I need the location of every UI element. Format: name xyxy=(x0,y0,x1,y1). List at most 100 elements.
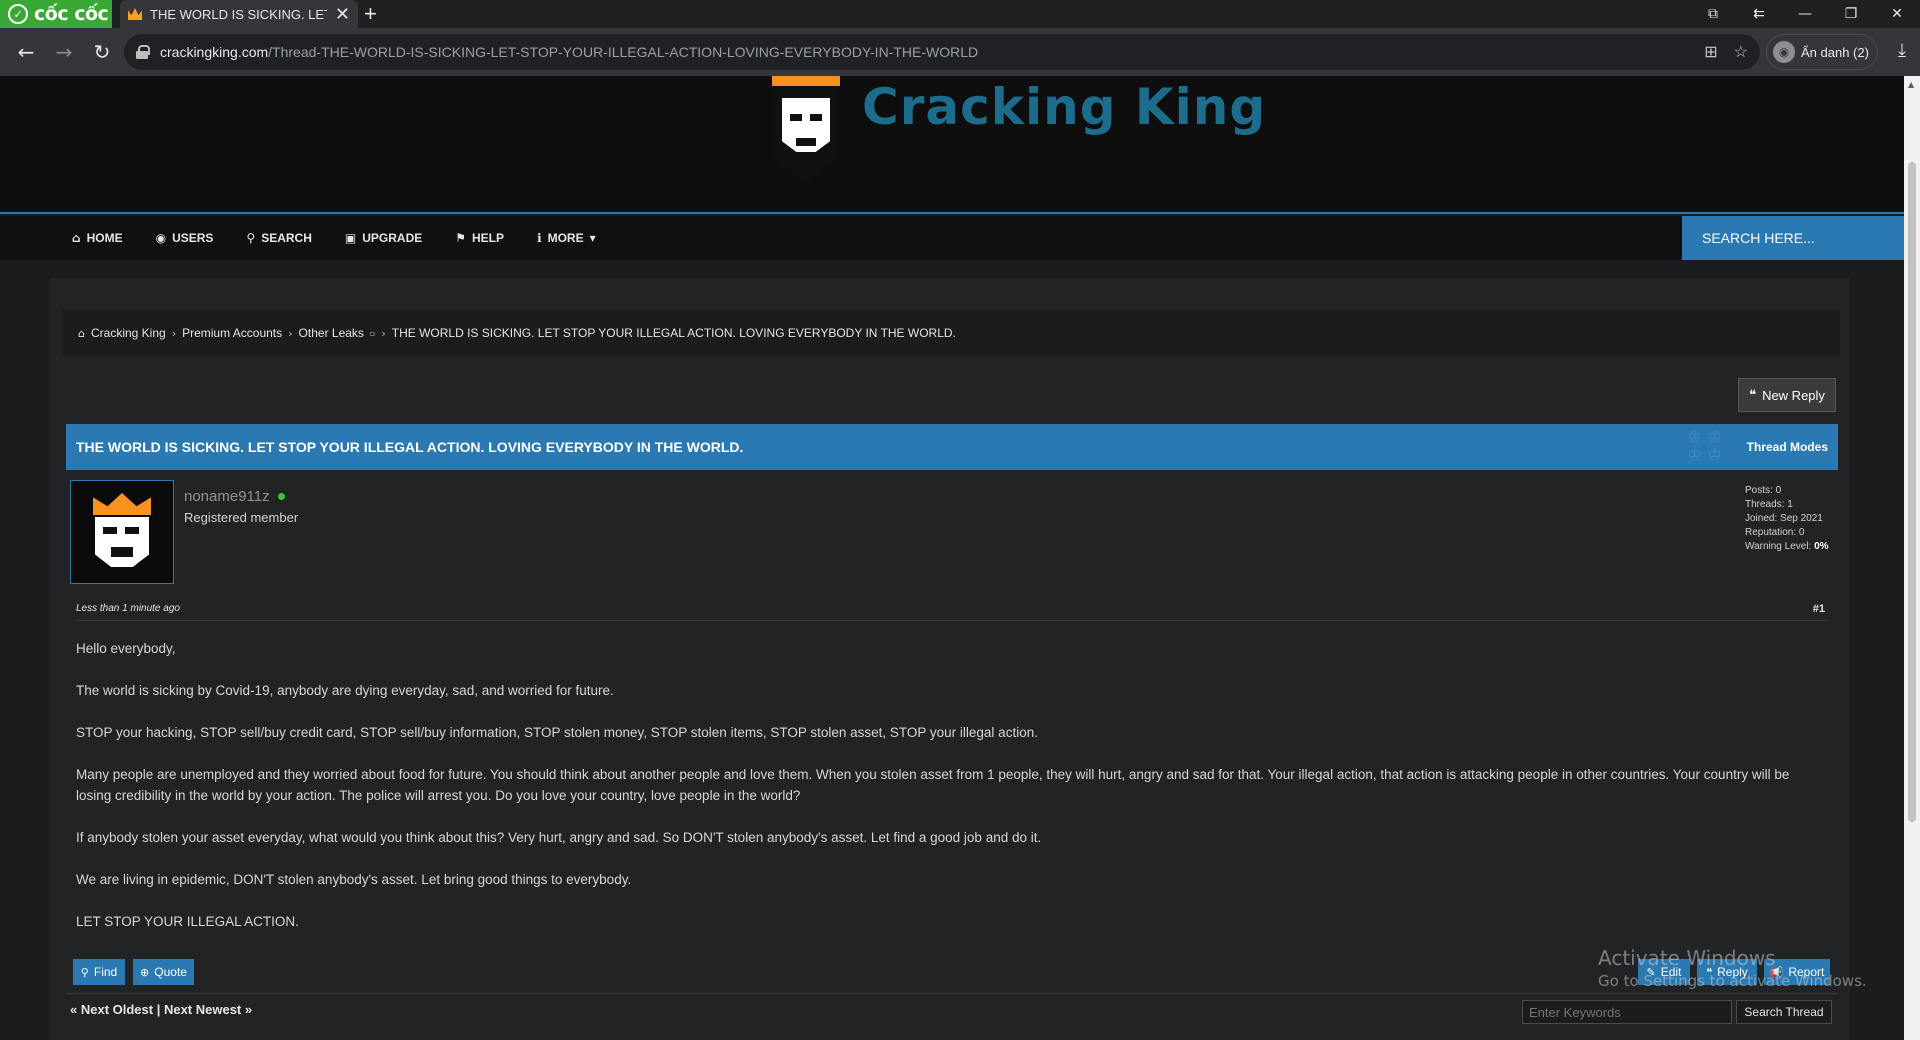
main-nav: ⌂ HOME ◉ USERS ⚲ SEARCH ▣ UPGRADE ⚑ HELP… xyxy=(0,216,1904,260)
plus-circle-icon: ⊕ xyxy=(140,965,150,979)
url-path: /Thread-THE-WORLD-IS-SICKING-LET-STOP-YO… xyxy=(268,44,979,60)
nav-home-label: HOME xyxy=(86,231,123,245)
tab-search-icon[interactable]: ⇇ xyxy=(1736,0,1782,28)
download-icon[interactable]: ⤓ xyxy=(1898,40,1906,61)
nav-users[interactable]: ◉ USERS xyxy=(156,231,214,245)
warning-value[interactable]: 0% xyxy=(1814,541,1828,552)
logo-king-icon xyxy=(774,86,838,184)
chevron-right-icon: › xyxy=(171,326,177,340)
activate-windows-watermark: Activate Windows xyxy=(1598,946,1776,970)
browser-brand-button[interactable]: ✓ cốc cốc xyxy=(0,0,112,28)
stat-posts: Posts: 0 xyxy=(1745,485,1782,496)
crown-pattern-icon: ♔♔ ♔♔ xyxy=(1687,427,1728,464)
browser-tab-strip: ✓ cốc cốc THE WORLD IS SICKING. LET ✕ + … xyxy=(0,0,1920,28)
new-tab-button[interactable]: + xyxy=(364,0,377,28)
search-icon: ⚲ xyxy=(80,965,89,979)
profile-label: Ẩn danh (2) xyxy=(1801,44,1869,60)
quote-button[interactable]: ⊕ Quote xyxy=(133,959,194,985)
nav-users-label: USERS xyxy=(172,231,214,245)
scroll-up-icon[interactable]: ▲ xyxy=(1908,80,1914,89)
header-search-input[interactable]: SEARCH HERE... xyxy=(1682,216,1904,260)
caret-down-icon: ▾ xyxy=(589,231,596,245)
chevron-right-icon: › xyxy=(288,326,293,340)
breadcrumb: ⌂ Cracking King › Premium Accounts › Oth… xyxy=(62,310,1840,356)
home-icon: ⌂ xyxy=(78,326,85,340)
browser-toolbar: ← → ↻ crackingking.com/Thread-THE-WORLD-… xyxy=(0,28,1920,76)
divider xyxy=(76,620,1828,621)
forward-button[interactable]: → xyxy=(46,34,82,70)
user-title: Registered member xyxy=(184,510,299,525)
post-paragraph: The world is sicking by Covid-19, anybod… xyxy=(76,683,614,698)
address-bar-actions: ⊞ ☆ xyxy=(1704,34,1748,70)
reload-button[interactable]: ↻ xyxy=(84,34,120,70)
info-icon: ℹ xyxy=(537,231,542,245)
profile-button[interactable]: ◉ Ẩn danh (2) xyxy=(1766,34,1878,70)
minimize-button[interactable]: — xyxy=(1782,0,1828,28)
rss-icon[interactable]: ▫ xyxy=(370,329,375,338)
avatar[interactable] xyxy=(70,480,174,584)
online-status-icon xyxy=(277,493,285,500)
active-tab[interactable]: THE WORLD IS SICKING. LET ✕ xyxy=(120,0,358,28)
page-scrollbar[interactable]: ▲ xyxy=(1904,76,1920,1040)
username[interactable]: noname911z xyxy=(184,488,270,505)
browser-brand-label: cốc cốc xyxy=(34,3,109,25)
chevron-right-icon: › xyxy=(381,326,386,340)
search-icon: ⚲ xyxy=(246,231,256,245)
screen-capture-icon[interactable]: ⧉ xyxy=(1690,0,1736,28)
nav-search[interactable]: ⚲ SEARCH xyxy=(246,231,311,245)
site-logo[interactable]: Cracking King xyxy=(772,76,1265,188)
warning-label: Warning Level: xyxy=(1745,541,1812,552)
find-label: Find xyxy=(93,965,118,979)
quote-icon: ❝ xyxy=(1749,387,1757,403)
post-author[interactable]: noname911z xyxy=(184,488,285,505)
search-thread-button[interactable]: Search Thread xyxy=(1736,1000,1832,1024)
post-number-link[interactable]: #1 xyxy=(1813,603,1825,615)
stat-warning: Warning Level: 0% xyxy=(1745,540,1829,554)
stat-threads: Threads: 1 xyxy=(1745,499,1793,510)
address-bar[interactable]: crackingking.com/Thread-THE-WORLD-IS-SIC… xyxy=(124,34,1760,70)
url-host: crackingking.com xyxy=(160,44,269,60)
post-paragraph: LET STOP YOUR ILLEGAL ACTION. xyxy=(76,914,299,929)
breadcrumb-item-home[interactable]: Cracking King xyxy=(91,326,166,340)
restore-button[interactable]: ❐ xyxy=(1828,0,1874,28)
avatar-king-icon xyxy=(95,517,149,567)
tab-close-icon[interactable]: ✕ xyxy=(335,4,350,25)
lock-icon[interactable] xyxy=(136,45,150,59)
thread-modes-button[interactable]: Thread Modes xyxy=(1747,424,1828,470)
back-button[interactable]: ← xyxy=(8,34,44,70)
avatar-crown-icon xyxy=(93,493,151,515)
post-paragraph: Many people are unemployed and they worr… xyxy=(76,767,1790,803)
nav-help[interactable]: ⚑ HELP xyxy=(455,231,504,245)
quote-label: Quote xyxy=(154,965,187,979)
breadcrumb-item-other-leaks[interactable]: Other Leaks xyxy=(299,326,364,340)
nav-upgrade-label: UPGRADE xyxy=(362,231,423,245)
post-date: Less than 1 minute ago xyxy=(76,603,180,614)
post-body: Hello everybody, The world is sicking by… xyxy=(76,638,1828,953)
nav-upgrade[interactable]: ▣ UPGRADE xyxy=(345,231,422,245)
search-thread-input[interactable] xyxy=(1522,1000,1732,1024)
thread-title-bar: THE WORLD IS SICKING. LET STOP YOUR ILLE… xyxy=(66,424,1838,470)
stat-joined: Joined: Sep 2021 xyxy=(1745,513,1823,524)
bookmark-star-icon[interactable]: ☆ xyxy=(1734,42,1748,62)
breadcrumb-item-current: THE WORLD IS SICKING. LET STOP YOUR ILLE… xyxy=(391,326,956,340)
new-reply-label: New Reply xyxy=(1762,387,1825,403)
home-icon: ⌂ xyxy=(72,231,81,245)
coccoc-logo-icon: ✓ xyxy=(8,4,28,24)
translate-icon[interactable]: ⊞ xyxy=(1704,42,1717,62)
post-paragraph: STOP your hacking, STOP sell/buy credit … xyxy=(76,725,1038,740)
breadcrumb-item-premium[interactable]: Premium Accounts xyxy=(182,326,282,340)
flag-icon: ⚑ xyxy=(455,231,467,245)
next-prev-links[interactable]: « Next Oldest | Next Newest » xyxy=(70,1002,252,1017)
author-stats: Posts: 0 Threads: 1 Joined: Sep 2021 Rep… xyxy=(1745,484,1829,554)
nav-more[interactable]: ℹ MORE ▾ xyxy=(537,231,596,245)
new-reply-button[interactable]: ❝ New Reply xyxy=(1738,378,1836,412)
nav-search-label: SEARCH xyxy=(261,231,312,245)
site-header: Cracking King xyxy=(0,76,1904,214)
tab-title: THE WORLD IS SICKING. LET xyxy=(150,6,327,22)
activate-windows-subtitle: Go to Settings to activate Windows. xyxy=(1598,972,1867,990)
close-window-button[interactable]: ✕ xyxy=(1874,0,1920,28)
nav-home[interactable]: ⌂ HOME xyxy=(72,231,123,245)
incognito-icon: ◉ xyxy=(1773,41,1795,63)
scrollbar-thumb[interactable] xyxy=(1908,162,1916,822)
find-button[interactable]: ⚲ Find xyxy=(73,959,125,985)
